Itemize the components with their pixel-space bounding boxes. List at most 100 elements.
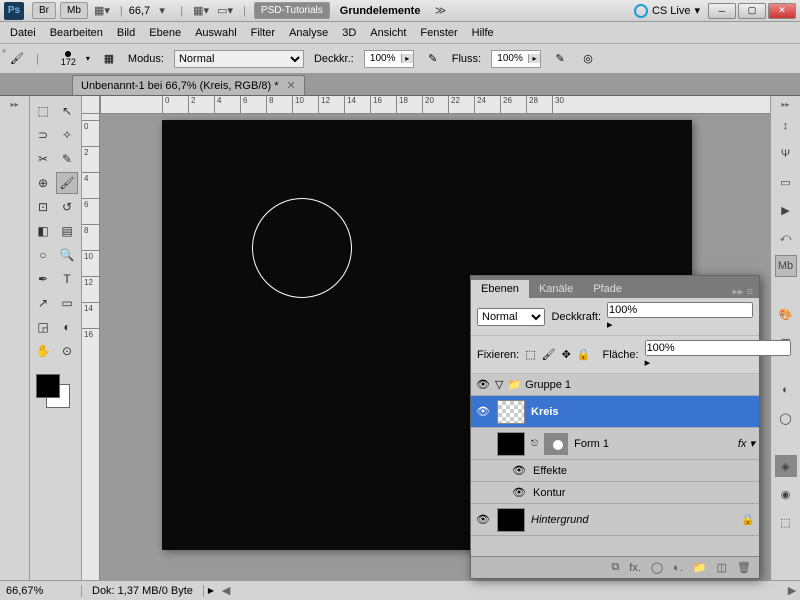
fx-icon[interactable]: fx ▾ [738, 437, 755, 450]
left-collapse-strip[interactable]: ▸▸ [0, 96, 30, 580]
grid-icon[interactable]: ▦▾ [192, 3, 210, 19]
stamp-tool[interactable]: ⊡ [32, 196, 54, 218]
bridge-button[interactable]: Br [32, 2, 56, 19]
layer-form1[interactable]: ⎋ Form 1 fx ▾ [471, 428, 759, 460]
blur-tool[interactable]: ○ [32, 244, 54, 266]
workspace-grund-button[interactable]: Grundelemente [332, 3, 429, 19]
effects-row[interactable]: 👁 Effekte [471, 460, 759, 482]
layer-group[interactable]: 👁 ▽ 📁 Gruppe 1 [471, 374, 759, 396]
status-info[interactable]: Dok: 1,37 MB/0 Byte [82, 585, 204, 597]
lock-brush-icon[interactable]: 🖌 [542, 348, 556, 361]
window-close-button[interactable]: ✕ [768, 3, 796, 19]
layer-thumb[interactable] [497, 432, 525, 456]
lock-pixels-icon[interactable]: ⬚ [525, 348, 535, 361]
fx-button-icon[interactable]: fx. [629, 562, 641, 574]
wand-tool[interactable]: ✧ [56, 124, 78, 146]
menu-bearbeiten[interactable]: Bearbeiten [50, 27, 103, 39]
minibridge-button[interactable]: Mb [60, 2, 88, 19]
menu-filter[interactable]: Filter [251, 27, 275, 39]
lock-move-icon[interactable]: ✥ [562, 348, 571, 361]
ruler-vertical[interactable]: 0246810121416 [82, 114, 100, 580]
layers-icon[interactable]: ◈ [775, 455, 797, 477]
dodge-tool[interactable]: 🔍 [56, 244, 78, 266]
color-swatches[interactable] [32, 374, 76, 414]
close-tab-icon[interactable]: ✕ [287, 79, 296, 92]
cslive-button[interactable]: CS Live ▾ [634, 4, 700, 18]
layer-opacity-input[interactable]: ▸ [607, 302, 753, 331]
layer-kreis[interactable]: 👁 Kreis [471, 396, 759, 428]
type-tool[interactable]: T [56, 268, 78, 290]
menu-3d[interactable]: 3D [342, 27, 356, 39]
visibility-icon[interactable]: 👁 [511, 464, 527, 477]
tab-pfade[interactable]: Pfade [583, 280, 632, 298]
menu-hilfe[interactable]: Hilfe [472, 27, 494, 39]
move-tool2[interactable]: ↖ [56, 100, 78, 122]
link-icon[interactable]: ⎋ [531, 438, 538, 449]
brush-preset-picker[interactable]: 172 [61, 51, 76, 67]
crop-tool[interactable]: ✂ [32, 148, 54, 170]
menu-bild[interactable]: Bild [117, 27, 135, 39]
ruler-corner[interactable] [82, 96, 100, 114]
minibridge-icon[interactable]: Mb [775, 255, 797, 277]
panel-menu-icon[interactable]: ▸▸ ≡ [732, 285, 759, 298]
more-workspaces-icon[interactable]: ≫ [431, 3, 449, 19]
menu-auswahl[interactable]: Auswahl [195, 27, 237, 39]
menu-datei[interactable]: Datei [10, 27, 36, 39]
delete-layer-icon[interactable]: 🗑 [737, 561, 751, 574]
pressure-size-icon[interactable]: ◎ [579, 50, 597, 68]
foreground-color[interactable] [36, 374, 60, 398]
workspace-psdtut-button[interactable]: PSD-Tutorials [254, 2, 330, 19]
hand-tool[interactable]: ✋ [32, 340, 54, 362]
expand-icon[interactable]: ▽ [495, 378, 503, 391]
move-tool[interactable]: ⬚ [32, 100, 54, 122]
shape-tool[interactable]: ▭ [56, 292, 78, 314]
opacity-input[interactable]: ▸ [364, 50, 414, 68]
mask-thumb[interactable] [544, 433, 568, 455]
kontur-row[interactable]: 👁 Kontur [471, 482, 759, 504]
layer-thumb[interactable] [497, 400, 525, 424]
history-brush-tool[interactable]: ↺ [56, 196, 78, 218]
3d-tool[interactable]: ◲ [32, 316, 54, 338]
channels-icon[interactable]: ◉ [775, 483, 797, 505]
lasso-tool[interactable]: ⊃ [32, 124, 54, 146]
document-tab[interactable]: Unbenannt-1 bei 66,7% (Kreis, RGB/8) * ✕ [72, 75, 305, 95]
mask-icon[interactable]: ◯ [775, 407, 797, 429]
pressure-opacity-icon[interactable]: ✎ [424, 50, 442, 68]
path-tool[interactable]: ↗ [32, 292, 54, 314]
blend-mode-select[interactable]: Normal [174, 50, 304, 68]
menu-ansicht[interactable]: Ansicht [370, 27, 406, 39]
menu-analyse[interactable]: Analyse [289, 27, 328, 39]
brush-tool[interactable]: 🖌 [56, 172, 78, 194]
layer-blend-select[interactable]: Normal [477, 308, 545, 326]
brush-panel-icon[interactable]: ▦ [100, 50, 118, 68]
link-layers-icon[interactable]: ⧉ [611, 561, 619, 574]
airbrush-icon[interactable]: ✎ [551, 50, 569, 68]
color-icon[interactable]: 🎨 [775, 303, 797, 325]
3d-camera-tool[interactable]: ◐ [56, 316, 78, 338]
horizontal-scrollbar[interactable]: ◀ ▶ [218, 584, 800, 597]
paths-icon[interactable]: ⬚ [775, 511, 797, 533]
status-zoom[interactable]: 66,67% [0, 585, 82, 597]
visibility-icon[interactable]: 👁 [511, 486, 527, 499]
history-panel-icon[interactable]: ⤺ [775, 227, 797, 249]
new-group-icon[interactable]: 📁 [693, 561, 707, 574]
scroll-left-icon[interactable]: ◀ [218, 584, 234, 597]
history-icon[interactable]: ↕ [775, 115, 797, 137]
visibility-icon[interactable]: 👁 [475, 513, 491, 526]
collapse-right-icon[interactable]: ▸▸ [781, 100, 789, 109]
visibility-icon[interactable]: 👁 [475, 405, 491, 418]
eraser-tool[interactable]: ◧ [32, 220, 54, 242]
gradient-tool[interactable]: ▤ [56, 220, 78, 242]
menu-ebene[interactable]: Ebene [149, 27, 181, 39]
lock-all-icon[interactable]: 🔒 [577, 348, 591, 361]
info-icon[interactable]: ▭ [775, 171, 797, 193]
tab-ebenen[interactable]: Ebenen [471, 280, 529, 298]
screen-icon[interactable]: ▭▾ [216, 3, 234, 19]
titlebar-zoom[interactable]: 66,7 [129, 5, 150, 17]
layers-panel[interactable]: Ebenen Kanäle Pfade ▸▸ ≡ Normal Deckkraf… [470, 275, 760, 579]
actions-icon[interactable]: ▶ [775, 199, 797, 221]
layout-icon[interactable]: ▦▾ [93, 3, 111, 19]
flow-input[interactable]: ▸ [491, 50, 541, 68]
pen-tool[interactable]: ✒ [32, 268, 54, 290]
layer-fill-input[interactable]: ▸ [645, 340, 791, 369]
